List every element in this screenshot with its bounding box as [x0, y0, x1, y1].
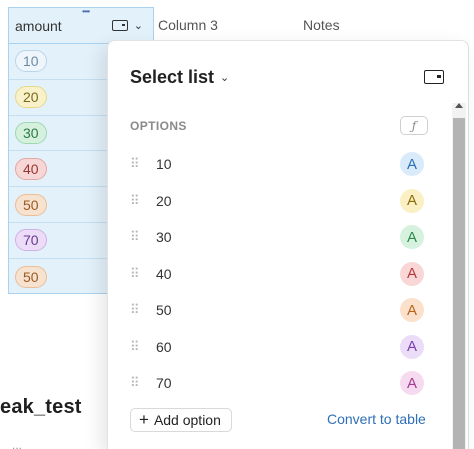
- option-row[interactable]: ⠿ 70 A: [130, 365, 430, 402]
- option-row[interactable]: ⠿ 10 A: [130, 146, 430, 183]
- value-chip: 40: [15, 157, 47, 180]
- scroll-up-icon[interactable]: [455, 103, 463, 108]
- option-value[interactable]: 50: [156, 302, 172, 318]
- column-header-notes[interactable]: Notes: [303, 7, 340, 43]
- column-type-icon[interactable]: [111, 20, 128, 31]
- option-row[interactable]: ⠿ 50 A: [130, 292, 430, 329]
- convert-to-table-link[interactable]: Convert to table: [327, 411, 426, 427]
- column-drag-handle-icon[interactable]: ••••: [82, 8, 96, 16]
- scrollbar-thumb[interactable]: [453, 118, 465, 449]
- page-title: eak_test: [0, 396, 82, 418]
- value-chip: 30: [15, 121, 47, 144]
- drag-handle-icon[interactable]: ⠿: [130, 157, 140, 170]
- value-chip: 10: [15, 50, 47, 73]
- add-option-label: Add option: [153, 412, 221, 428]
- column-header-amount[interactable]: •••• amount ⌄: [8, 7, 154, 43]
- option-value[interactable]: 40: [156, 266, 172, 282]
- drag-handle-icon[interactable]: ⠿: [130, 340, 140, 353]
- drag-handle-icon[interactable]: ⠿: [130, 230, 140, 243]
- drag-handle-icon[interactable]: ⠿: [130, 194, 140, 207]
- option-color-icon[interactable]: A: [400, 261, 424, 286]
- column-header-column3[interactable]: Column 3: [158, 7, 218, 43]
- option-value[interactable]: 70: [156, 375, 172, 391]
- formula-icon[interactable]: ƒ: [400, 116, 428, 135]
- option-value[interactable]: 60: [156, 339, 172, 355]
- value-chip: 50: [15, 193, 47, 216]
- field-type-selector[interactable]: Select list ⌄: [130, 67, 229, 88]
- option-row[interactable]: ⠿ 30 A: [130, 219, 430, 256]
- option-color-icon[interactable]: A: [400, 334, 424, 359]
- option-color-icon[interactable]: A: [400, 371, 424, 396]
- drag-handle-icon[interactable]: ⠿: [130, 376, 140, 389]
- options-section-label: OPTIONS: [130, 119, 187, 133]
- popover-title: Select list: [130, 67, 215, 87]
- option-color-icon[interactable]: A: [400, 152, 424, 177]
- value-chip: 70: [15, 229, 47, 252]
- option-color-icon[interactable]: A: [400, 225, 424, 250]
- option-value[interactable]: 30: [156, 229, 172, 245]
- panel-toggle-icon[interactable]: [424, 70, 444, 84]
- page-subtitle: ...: [12, 438, 23, 449]
- drag-handle-icon[interactable]: ⠿: [130, 303, 140, 316]
- option-row[interactable]: ⠿ 40 A: [130, 256, 430, 293]
- add-option-button[interactable]: + Add option: [130, 408, 232, 432]
- option-color-icon[interactable]: A: [400, 188, 424, 213]
- column-header-label: Column 3: [158, 17, 218, 33]
- option-color-icon[interactable]: A: [400, 298, 424, 323]
- value-chip: 50: [15, 265, 47, 288]
- option-value[interactable]: 10: [156, 156, 172, 172]
- select-list-popover: Select list ⌄ OPTIONS ƒ ⠿ 10 A ⠿ 20 A ⠿ 30 A ⠿ 40 A…: [107, 40, 469, 449]
- option-row[interactable]: ⠿ 60 A: [130, 329, 430, 366]
- option-value[interactable]: 20: [156, 193, 172, 209]
- plus-icon: +: [139, 410, 149, 429]
- column-header-label: Notes: [303, 17, 340, 33]
- chevron-down-icon[interactable]: ⌄: [134, 19, 143, 32]
- drag-handle-icon[interactable]: ⠿: [130, 267, 140, 280]
- column-header-label: amount: [15, 17, 62, 34]
- value-chip: 20: [15, 86, 47, 109]
- options-list: ⠿ 10 A ⠿ 20 A ⠿ 30 A ⠿ 40 A ⠿ 50 A ⠿ 60 A ⠿ 70 A: [130, 146, 430, 402]
- chevron-down-icon: ⌄: [220, 72, 230, 84]
- option-row[interactable]: ⠿ 20 A: [130, 183, 430, 220]
